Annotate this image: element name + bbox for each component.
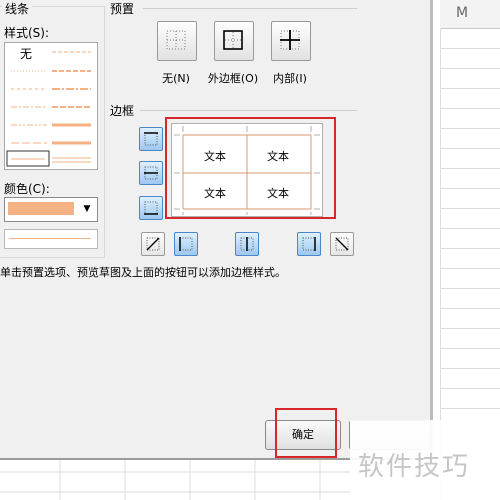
dialog-edge xyxy=(430,0,433,458)
line-preview-stroke xyxy=(9,238,91,239)
border-hint-text: 单击预置选项、预览草图及上面的按钮可以添加边框样式。 xyxy=(0,266,286,279)
right-border-icon xyxy=(302,237,316,251)
grid-line xyxy=(440,188,500,189)
border-right-button[interactable] xyxy=(297,232,321,256)
spreadsheet-grid-bottom xyxy=(0,460,350,500)
grid-line xyxy=(440,308,500,309)
grid-line xyxy=(440,88,500,89)
grid-line xyxy=(440,348,500,349)
border-diagonal-down-button[interactable] xyxy=(330,232,354,256)
grid-line xyxy=(440,268,500,269)
left-border-icon xyxy=(179,237,193,251)
grid-line xyxy=(440,68,500,69)
preset-outline-label: 外边框(O) xyxy=(207,72,259,85)
border-top-button[interactable] xyxy=(139,127,163,151)
grid-line xyxy=(440,48,500,49)
grid-line xyxy=(440,368,500,369)
border-inside-horizontal-button[interactable] xyxy=(139,161,163,185)
section-divider xyxy=(143,8,357,9)
grid-line xyxy=(440,168,500,169)
color-label: 颜色(C): xyxy=(4,182,50,196)
inside-horizontal-border-icon xyxy=(144,166,158,180)
bottom-border-icon xyxy=(144,201,158,215)
line-preview-box xyxy=(4,229,98,249)
style-label: 样式(S): xyxy=(4,26,50,40)
top-border-icon xyxy=(144,132,158,146)
column-header-m[interactable]: M xyxy=(447,5,477,21)
line-style-swatches[interactable] xyxy=(5,43,97,169)
section-divider xyxy=(140,110,357,111)
preset-outline-button[interactable] xyxy=(214,21,254,61)
border-section-title: 边框 xyxy=(110,104,135,118)
border-diagonal-up-button[interactable] xyxy=(141,232,165,256)
inside-border-icon xyxy=(280,30,300,50)
line-group-title: 线条 xyxy=(2,0,33,17)
border-inside-vertical-button[interactable] xyxy=(235,232,259,256)
selected-color-swatch xyxy=(8,202,74,215)
preset-none-label: 无(N) xyxy=(162,72,190,85)
outline-border-icon xyxy=(223,30,243,50)
diagonal-down-icon xyxy=(335,237,349,251)
grid-line xyxy=(440,388,500,389)
grid-line xyxy=(440,148,500,149)
preset-inside-label: 内部(I) xyxy=(273,72,307,85)
diagonal-up-icon xyxy=(146,237,160,251)
grid-line xyxy=(440,208,500,209)
inside-vertical-border-icon xyxy=(240,237,254,251)
grid-line xyxy=(440,328,500,329)
border-bottom-button[interactable] xyxy=(139,196,163,220)
preset-inside-button[interactable] xyxy=(271,21,311,61)
grid-line xyxy=(440,108,500,109)
grid-line xyxy=(440,228,500,229)
grid-line xyxy=(440,408,500,409)
preset-none-button[interactable] xyxy=(157,21,197,61)
grid-line xyxy=(440,128,500,129)
preview-highlight-box xyxy=(165,117,336,219)
grid-line xyxy=(440,288,500,289)
presets-title: 预置 xyxy=(110,2,135,16)
grid-line xyxy=(440,248,500,249)
watermark-text: 软件技巧 xyxy=(358,452,471,482)
dropdown-arrow-icon[interactable]: ▼ xyxy=(80,203,94,216)
ok-highlight-box xyxy=(275,408,337,458)
border-left-button[interactable] xyxy=(174,232,198,256)
no-border-icon xyxy=(166,30,186,50)
